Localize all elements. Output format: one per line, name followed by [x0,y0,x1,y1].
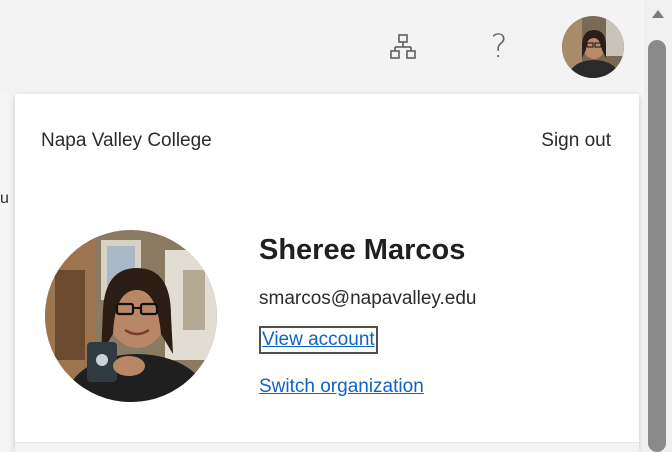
user-display-name: Sheree Marcos [259,234,466,266]
vertical-scrollbar[interactable] [644,0,672,452]
top-bar: ? [0,0,640,94]
profile-photo [45,230,217,402]
scroll-up-arrow-icon[interactable] [652,10,664,18]
org-chart-icon[interactable] [388,32,418,62]
view-account-link[interactable]: View account [259,326,378,354]
account-manager-panel: Napa Valley College Sign out Sheree Marc… [15,94,639,452]
switch-organization-link[interactable]: Switch organization [259,376,424,398]
sign-out-button[interactable]: Sign out [541,130,611,152]
help-icon[interactable]: ? [484,24,514,68]
background-text-fragment: u [0,190,9,207]
user-email: smarcos@napavalley.edu [259,288,477,309]
panel-footer-divider [15,442,639,452]
profile-avatar-button[interactable] [562,16,624,78]
scrollbar-thumb[interactable] [648,40,666,452]
organization-name: Napa Valley College [41,130,212,151]
